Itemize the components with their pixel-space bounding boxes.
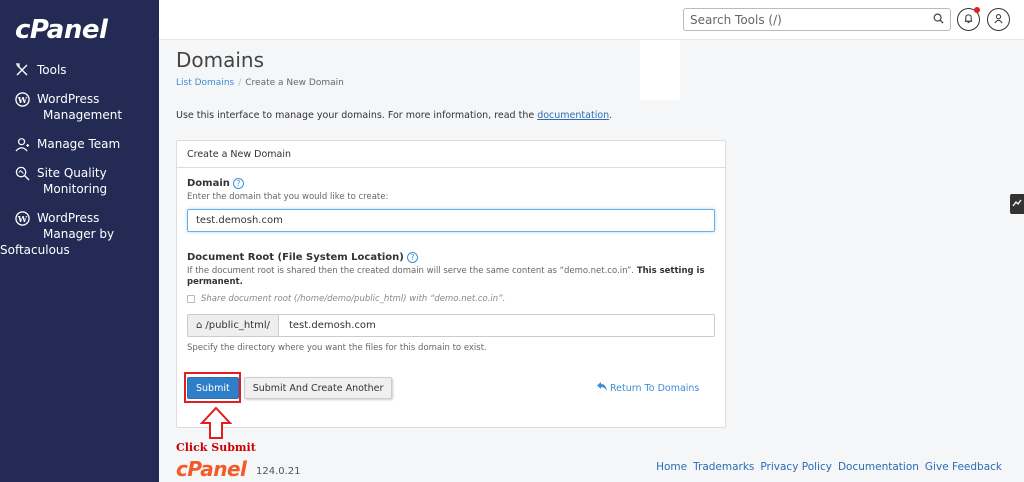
sidebar-item-label: Monitoring [43, 182, 108, 196]
sidebar-item-label: WordPress [37, 211, 100, 225]
search-quality-icon [13, 165, 31, 181]
footer-link-documentation[interactable]: Documentation [838, 461, 919, 473]
bell-icon [963, 11, 974, 29]
sidebar-item-site-quality[interactable]: Site Quality Monitoring [0, 165, 159, 197]
annotation-click-submit: Click Submit [176, 441, 256, 454]
search-box [683, 8, 951, 31]
intro-text-end: . [609, 110, 613, 121]
intro-text: Use this interface to manage your domain… [176, 110, 1006, 121]
stats-side-tab[interactable] [1010, 194, 1024, 214]
domain-hint: Enter the domain that you would like to … [187, 192, 389, 202]
sidebar-item-wordpress-management[interactable]: W WordPress Management [0, 91, 159, 123]
sidebar-item-label: Management [43, 108, 123, 122]
path-prefix: ⌂/public_html/ [187, 314, 278, 337]
sidebar-item-label: WordPress [37, 92, 100, 106]
sidebar-item-label: Tools [37, 63, 67, 77]
user-menu-button[interactable] [987, 8, 1010, 31]
footer-link-feedback[interactable]: Give Feedback [925, 461, 1002, 473]
domain-input[interactable] [187, 209, 715, 232]
docroot-label-text: Document Root (File System Location) [187, 252, 404, 263]
team-icon [13, 136, 31, 152]
submit-highlight-box [184, 372, 241, 403]
breadcrumb-list-domains[interactable]: List Domains [176, 78, 234, 88]
docroot-label: Document Root (File System Location) ? [187, 252, 715, 263]
sidebar-item-label: Manage Team [37, 137, 121, 151]
user-icon [993, 11, 1004, 29]
share-docroot-label: Share document root (/home/demo/public_h… [201, 294, 506, 304]
intro-text-body: Use this interface to manage your domain… [176, 110, 538, 121]
domain-label: Domain ? [187, 178, 715, 189]
top-bar [159, 0, 1024, 40]
share-docroot-row: Share document root (/home/demo/public_h… [187, 294, 715, 304]
help-icon[interactable]: ? [232, 178, 244, 189]
page-title: Domains [176, 48, 265, 72]
search-icon[interactable] [933, 11, 944, 29]
return-arrow-icon [597, 382, 607, 394]
wordpress-icon: W [13, 210, 31, 226]
submit-and-create-another-button[interactable]: Submit And Create Another [243, 377, 393, 399]
docroot-input[interactable] [277, 314, 715, 337]
sidebar-item-label: Site Quality [37, 166, 107, 180]
svg-text:W: W [16, 94, 27, 104]
notification-badge [974, 7, 980, 13]
svg-text:W: W [16, 213, 27, 223]
chart-icon [1012, 195, 1022, 213]
sidebar-item-tools[interactable]: Tools [0, 62, 159, 78]
path-hint: Specify the directory where you want the… [187, 343, 487, 353]
tools-icon [13, 62, 31, 78]
footer-link-privacy[interactable]: Privacy Policy [760, 461, 832, 473]
help-icon[interactable]: ? [406, 252, 418, 263]
path-prefix-text: /public_html/ [205, 320, 270, 331]
footer-link-trademarks[interactable]: Trademarks [693, 461, 754, 473]
breadcrumb-separator: / [238, 78, 242, 88]
footer-cpanel-logo: cPanel [176, 457, 247, 481]
sidebar-item-wordpress-softaculous[interactable]: W WordPress Manager by Softaculous [0, 210, 159, 258]
cpanel-logo[interactable]: cPanel [15, 15, 108, 45]
version-number: 124.0.21 [256, 466, 301, 477]
return-to-domains-link[interactable]: Return To Domains [597, 382, 699, 394]
footer-links: Home Trademarks Privacy Policy Documenta… [656, 461, 1002, 473]
share-docroot-checkbox[interactable] [187, 295, 195, 303]
sidebar-item-label: Manager by [43, 227, 115, 241]
breadcrumb-current: Create a New Domain [245, 78, 344, 88]
documentation-link[interactable]: documentation [537, 110, 609, 121]
return-label: Return To Domains [610, 382, 700, 394]
sidebar-item-label: Softaculous [0, 243, 70, 257]
breadcrumb: List Domains / Create a New Domain [176, 78, 1006, 88]
docroot-input-group: ⌂/public_html/ [187, 314, 715, 337]
sidebar-nav: Tools W WordPress Management Manage Team… [0, 62, 159, 271]
notifications-button[interactable] [957, 7, 980, 31]
panel-title: Create a New Domain [177, 141, 725, 168]
search-input[interactable] [690, 12, 933, 27]
sidebar-item-manage-team[interactable]: Manage Team [0, 136, 159, 152]
wordpress-icon: W [13, 91, 31, 107]
create-domain-panel: Create a New Domain Domain ? Enter the d… [176, 140, 726, 428]
up-arrow-icon [199, 406, 233, 445]
footer-link-home[interactable]: Home [656, 461, 687, 473]
main-content: Domains List Domains / Create a New Domain… [176, 40, 1006, 428]
domain-label-text: Domain [187, 178, 230, 189]
home-icon: ⌂ [196, 320, 203, 331]
docroot-hint-text: If the document root is shared then the … [187, 266, 637, 276]
docroot-hint: If the document root is shared then the … [187, 266, 715, 288]
sidebar: cPanel Tools W WordPress Management Mana… [0, 0, 159, 482]
